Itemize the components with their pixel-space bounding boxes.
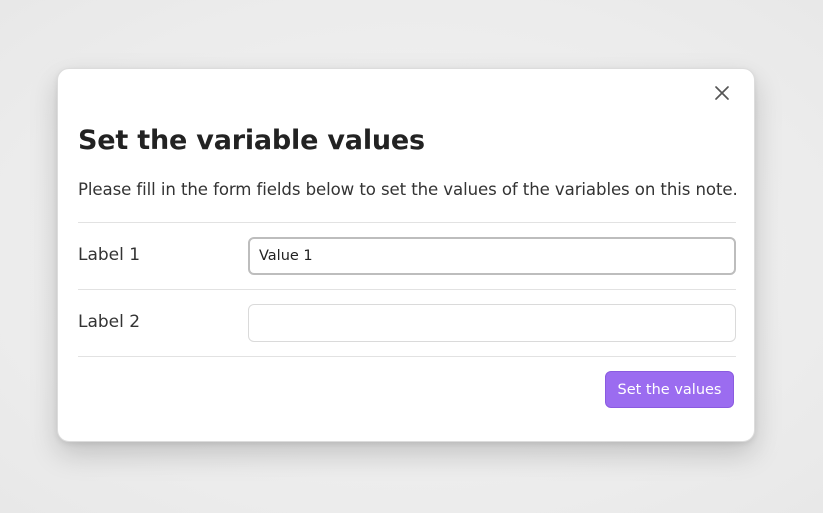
divider bbox=[78, 222, 736, 223]
variable-input-2[interactable] bbox=[248, 304, 736, 342]
dialog-title: Set the variable values bbox=[78, 125, 425, 156]
close-icon bbox=[714, 85, 730, 101]
field-label-2: Label 2 bbox=[78, 312, 141, 332]
set-values-button[interactable]: Set the values bbox=[605, 371, 734, 408]
divider bbox=[78, 356, 736, 357]
dialog-description: Please fill in the form fields below to … bbox=[78, 180, 738, 199]
variable-input-1[interactable] bbox=[248, 237, 736, 275]
variable-values-dialog: Set the variable values Please fill in t… bbox=[57, 68, 755, 442]
field-label-1: Label 1 bbox=[78, 245, 141, 265]
divider bbox=[78, 289, 736, 290]
close-button[interactable] bbox=[710, 81, 734, 105]
